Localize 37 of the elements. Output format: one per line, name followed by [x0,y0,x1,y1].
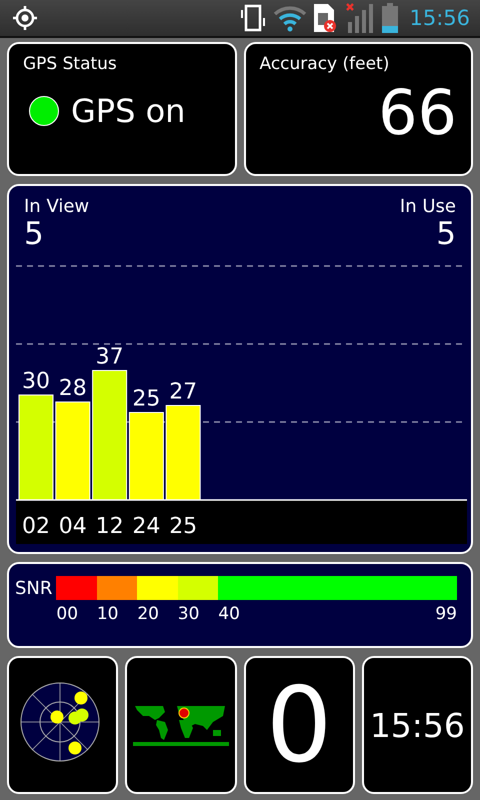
bar-value: 37 [96,344,124,370]
satellite-id: 24 [132,514,160,539]
status-time: 15:56 [409,6,470,30]
bar-value: 27 [169,380,198,404]
info-tile[interactable] [7,656,118,794]
bar-value: 30 [22,369,50,394]
card-title: Accuracy (feet) [260,54,390,74]
card-title: GPS Status [23,54,118,74]
no-signal-icon [345,2,376,34]
wifi-icon [273,4,308,32]
satellite-id: 04 [58,514,87,539]
location-icon [12,5,38,31]
satellite-id: 12 [96,514,124,539]
satellite-count: 0 [266,673,332,777]
clock-time: 15:56 [370,706,465,744]
in-view-count: 5 [24,217,44,252]
scale-tick: 00 [56,604,78,624]
in-view-label: In View [24,196,90,217]
accuracy-value: 66 [378,82,457,144]
scale-tick: 30 [178,604,200,624]
info-tile[interactable] [125,656,236,794]
snr-label: SNR [15,578,52,601]
vibrate-icon [239,4,268,32]
in-use-label: In Use [400,196,456,217]
info-tile[interactable]: 0 [244,656,355,794]
scale-tick: 99 [435,604,457,624]
battery-icon [381,3,400,33]
satellite-id: 25 [169,514,198,539]
bar-value: 25 [132,386,160,412]
gps-status-text: GPS on [71,92,186,130]
satellite-id: 02 [22,514,50,539]
info-tile[interactable]: 15:56 [362,656,473,794]
scale-tick: 20 [137,604,159,624]
scale-tick: 40 [218,604,240,624]
in-use-count: 5 [436,217,456,252]
bar-value: 28 [58,376,87,401]
scale-tick: 10 [96,604,118,624]
